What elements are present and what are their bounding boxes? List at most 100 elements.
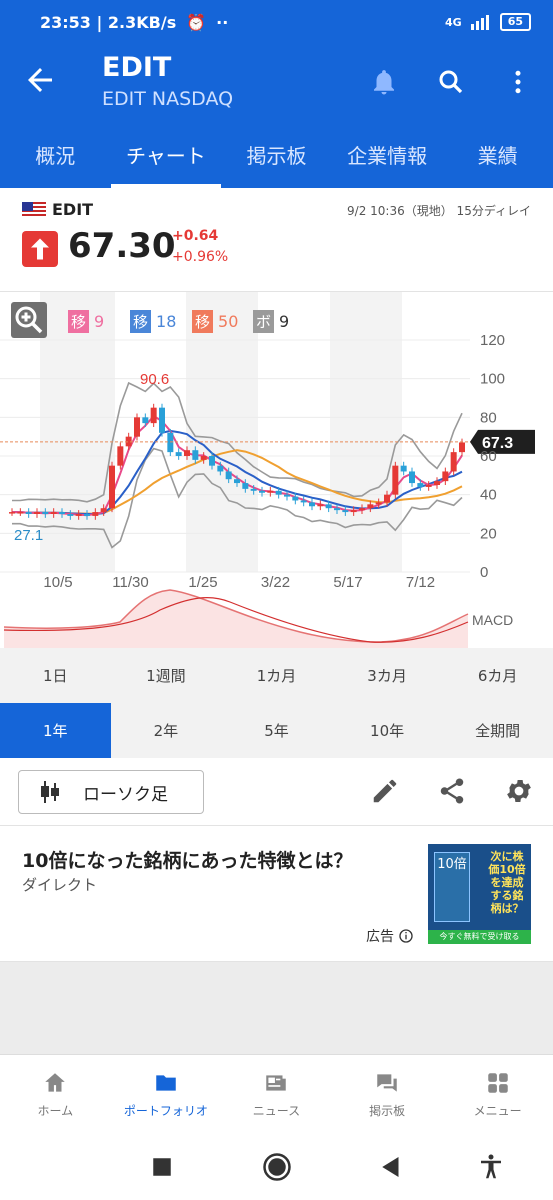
- period-3m[interactable]: 3カ月: [332, 648, 443, 703]
- y-tick-label: 80: [480, 409, 497, 426]
- low-label: 27.1: [14, 527, 43, 544]
- tab-results[interactable]: 業績: [442, 120, 553, 188]
- recents-icon[interactable]: [147, 1152, 177, 1182]
- candle-body: [284, 494, 290, 497]
- legend-tag: ボ: [253, 310, 275, 333]
- y-tick-label: 120: [480, 332, 505, 349]
- x-tick-label: 10/5: [43, 574, 72, 591]
- candle-body: [234, 479, 240, 484]
- back-triangle-icon[interactable]: [376, 1152, 406, 1182]
- candle-body: [300, 500, 307, 503]
- candle-body: [417, 483, 424, 487]
- chart-settings-button[interactable]: [504, 776, 534, 806]
- nav-portfolio[interactable]: ポートフォリオ: [111, 1055, 222, 1134]
- home-circle-icon[interactable]: [262, 1152, 292, 1182]
- tab-chart[interactable]: チャート: [110, 120, 222, 188]
- candle-body: [84, 514, 90, 516]
- alert-button[interactable]: [366, 64, 402, 100]
- candle-body: [100, 508, 107, 513]
- y-tick-label: 40: [480, 487, 497, 504]
- candle-body: [184, 450, 190, 456]
- candle-body: [442, 471, 449, 482]
- nav-news-label: ニュース: [252, 1104, 301, 1118]
- x-tick-label: 7/12: [406, 574, 435, 591]
- chart-type-button[interactable]: ローソク足: [18, 770, 204, 814]
- candle-body: [92, 512, 99, 516]
- candle-body: [200, 456, 207, 460]
- tab-overview[interactable]: 概況: [0, 120, 111, 188]
- us-flag-icon: [22, 202, 46, 218]
- status-sep: |: [90, 12, 108, 32]
- candle-body: [292, 496, 299, 501]
- status-bar: 23:53 | 2.3KB/s ⏰ ·· 4G 65: [0, 0, 553, 44]
- y-tick-label: 100: [480, 371, 505, 388]
- chart-canvas[interactable]: 67.390.627.1 120100806040200 10/5 11/30 1/…: [0, 292, 553, 648]
- high-label: 90.6: [140, 371, 169, 388]
- ad-thumbnail[interactable]: 10倍 次に株価10倍を達成する銘柄は？ 今すぐ無料で受け取る: [428, 844, 531, 944]
- candle-body: [350, 510, 357, 513]
- more-vert-icon: [515, 70, 521, 94]
- period-5y[interactable]: 5年: [221, 703, 332, 758]
- period-2y[interactable]: 2年: [111, 703, 222, 758]
- candle-body: [275, 490, 282, 495]
- ad-headline[interactable]: 10倍になった銘柄にあった特徴とは？: [22, 846, 352, 873]
- ad-thumb-text: 次に株価10倍を達成する銘柄は？: [488, 850, 526, 915]
- candle-body: [267, 490, 274, 493]
- nav-board[interactable]: 掲示板: [332, 1055, 443, 1134]
- candle-body: [9, 512, 15, 514]
- legend-ma50[interactable]: 移 50: [192, 310, 238, 333]
- nav-home[interactable]: ホーム: [0, 1055, 111, 1134]
- period-1y[interactable]: 1年: [0, 703, 111, 758]
- nav-news[interactable]: ニュース: [221, 1055, 332, 1134]
- search-button[interactable]: [433, 64, 469, 100]
- tab-company[interactable]: 企業情報: [332, 120, 443, 188]
- nav-portfolio-label: ポートフォリオ: [123, 1104, 208, 1118]
- period-selector: 1日 1週間 1カ月 3カ月 6カ月 1年 2年 5年 10年 全期間: [0, 648, 553, 758]
- period-10y[interactable]: 10年: [332, 703, 443, 758]
- zoom-button[interactable]: [11, 302, 47, 338]
- quote-header: EDIT 9/2 10:36（現地） 15分ディレイ 67.30 +0.64 +…: [0, 188, 553, 292]
- bell-icon: [374, 70, 394, 95]
- candle-body: [142, 417, 149, 424]
- nav-menu[interactable]: メニュー: [442, 1055, 553, 1134]
- candle-body: [217, 465, 224, 472]
- back-button[interactable]: [22, 62, 58, 98]
- period-all[interactable]: 全期間: [442, 703, 553, 758]
- period-6m[interactable]: 6カ月: [442, 648, 553, 703]
- current-price: 67.30: [68, 226, 176, 266]
- tab-board[interactable]: 掲示板: [221, 120, 332, 188]
- period-1d[interactable]: 1日: [0, 648, 111, 703]
- up-arrow-icon: [22, 231, 58, 267]
- legend-bollinger[interactable]: ボ 9: [253, 310, 289, 333]
- legend-ma18[interactable]: 移 18: [130, 310, 176, 333]
- share-button[interactable]: [437, 776, 467, 806]
- candle-body: [259, 490, 265, 493]
- candle-body: [450, 452, 457, 472]
- legend-ma9[interactable]: 移 9: [68, 310, 104, 333]
- period-1w[interactable]: 1週間: [111, 648, 222, 703]
- overflow-menu-button[interactable]: [500, 64, 536, 100]
- candle-body: [117, 446, 124, 466]
- candle-body: [75, 514, 82, 516]
- accessibility-icon[interactable]: [476, 1152, 506, 1182]
- ad-banner[interactable]: 10倍になった銘柄にあった特徴とは？ ダイレクト 広告 10倍 次に株価10倍を…: [0, 826, 553, 962]
- ad-label[interactable]: 広告: [366, 926, 414, 946]
- candle-body: [175, 452, 182, 456]
- legend-tag: 移: [130, 310, 152, 333]
- candle-body: [225, 471, 232, 480]
- grid-icon: [487, 1073, 508, 1093]
- candle-body: [25, 512, 32, 514]
- price-change: +0.64: [172, 228, 219, 244]
- candle-body: [334, 508, 340, 511]
- ad-book-cover: 10倍: [434, 852, 470, 922]
- candle-body: [325, 504, 332, 509]
- x-tick-label: 3/22: [261, 574, 290, 591]
- nav-menu-label: メニュー: [473, 1104, 522, 1118]
- status-speed: 2.3KB/s: [107, 12, 177, 32]
- period-1m[interactable]: 1カ月: [221, 648, 332, 703]
- draw-button[interactable]: [370, 776, 400, 806]
- macd-label: MACD: [472, 612, 513, 628]
- price-chart[interactable]: 67.3 90.6 27.1 120 100 80 60 40 20 0 10/5 11/30 1/…: [0, 292, 553, 648]
- status-time: 23:53: [40, 12, 91, 32]
- candle-body: [250, 488, 257, 491]
